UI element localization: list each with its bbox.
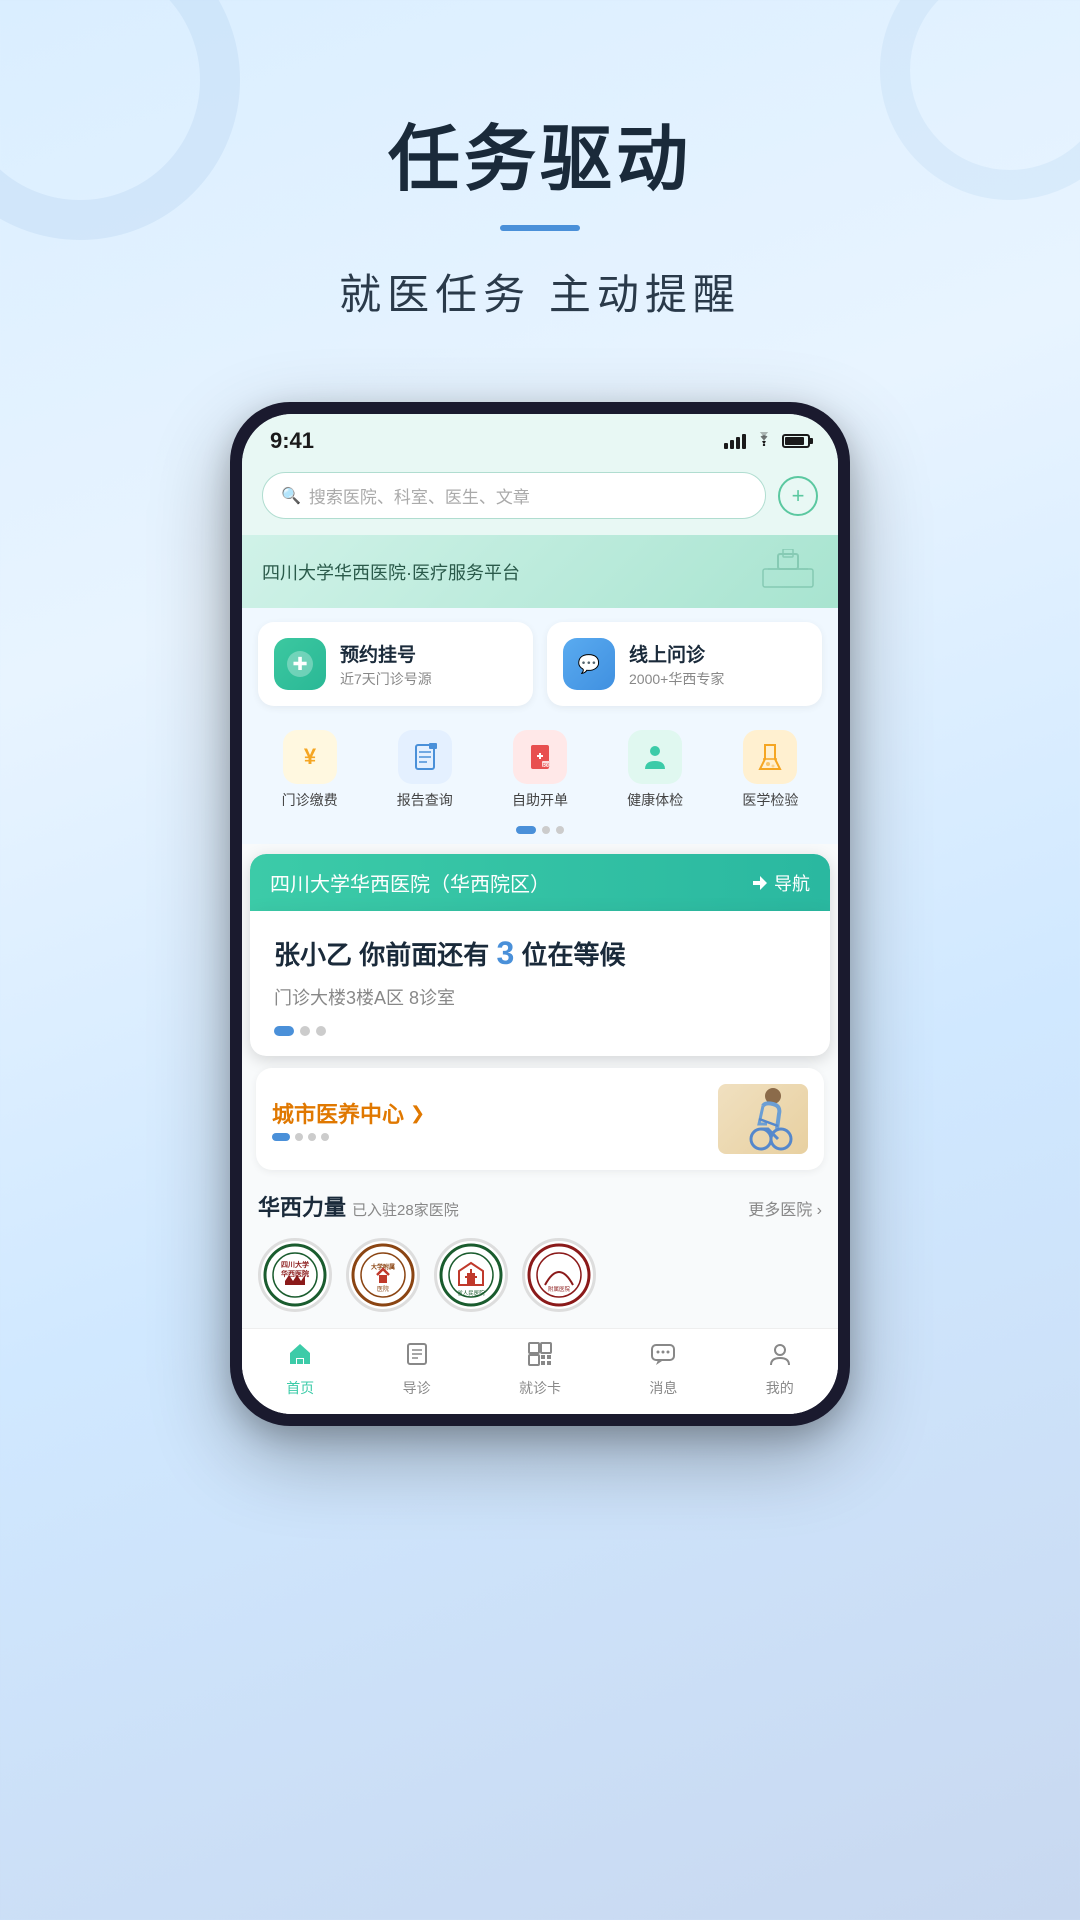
status-time: 9:41 [270,428,314,454]
hospital-section: 华西力量 已入驻28家医院 更多医院 › [242,1180,838,1328]
hospital-section-header: 华西力量 已入驻28家医院 更多医院 › [258,1190,822,1222]
hospital-nav-name: 四川大学华西医院（华西院区） [270,868,550,897]
nav-header: 四川大学华西医院（华西院区） 导航 [250,854,830,911]
city-dots [272,1133,425,1141]
wait-suffix: 位在等候 [522,940,626,970]
top-section: 任务驱动 就医任务 主动提醒 [0,0,1080,362]
nav-body: 张小乙 你前面还有 3 位在等候 门诊大楼3楼A区 8诊室 [250,911,830,1056]
card-icon [527,1341,553,1374]
status-icons [724,432,810,451]
city-medical-title: 城市医养中心 [272,1097,404,1129]
report-label: 报告查询 [397,790,453,810]
wait-text: 你前面还有 [359,940,489,970]
message-icon [650,1341,676,1374]
city-medical-arrow: ❯ [410,1103,425,1124]
hospital-logo-4[interactable]: 附属医院 [522,1238,596,1312]
floating-card-section: 四川大学华西医院（华西院区） 导航 张小乙 你前面还有 3 [242,844,838,1414]
quick-prescription[interactable]: RX 自助开单 [512,730,568,810]
nav-mine[interactable]: 我的 [766,1341,794,1398]
nav-card[interactable]: 就诊卡 [519,1341,561,1398]
home-label: 首页 [286,1378,314,1398]
consult-icon: 💬 [563,638,615,690]
svg-text:✚: ✚ [292,654,307,674]
svg-text:¥: ¥ [303,744,316,769]
patient-name: 张小乙 [274,940,352,970]
search-box[interactable]: 🔍 搜索医院、科室、医生、文章 [262,472,766,519]
hospital-banner: 四川大学华西医院·医疗服务平台 [242,535,838,608]
quick-checkup[interactable]: 健康体检 [627,730,683,810]
hospital-banner-logo [758,549,818,594]
lab-label: 医学检验 [742,790,798,810]
svg-text:四川大学: 四川大学 [281,1260,309,1269]
service-cards: ✚ 预约挂号 近7天门诊号源 💬 线上问诊 2000+华西专家 [242,608,838,720]
nav-card-dots [274,1026,806,1036]
floating-nav-card: 四川大学华西医院（华西院区） 导航 张小乙 你前面还有 3 [250,854,830,1056]
phone-outer: 9:41 [230,402,850,1426]
bottom-nav: 首页 导诊 就诊卡 [242,1328,838,1414]
sub-title: 就医任务 主动提醒 [0,261,1080,322]
status-bar: 9:41 [242,414,838,462]
appointment-title: 预约挂号 [340,640,432,667]
nav-guide[interactable]: 导诊 [403,1341,431,1398]
signal-icon [724,433,746,449]
hospital-banner-name: 四川大学华西医院·医疗服务平台 [262,559,520,585]
dots-indicator [242,826,838,844]
wait-info: 张小乙 你前面还有 3 位在等候 [274,935,806,972]
svg-text:医院: 医院 [377,1285,389,1293]
search-icon: 🔍 [281,486,301,506]
phone-wrapper: 9:41 [0,402,1080,1426]
city-medical-card[interactable]: 城市医养中心 ❯ [256,1068,824,1170]
appointment-card[interactable]: ✚ 预约挂号 近7天门诊号源 [258,622,533,706]
online-consult-card[interactable]: 💬 线上问诊 2000+华西专家 [547,622,822,706]
mine-label: 我的 [766,1378,794,1398]
message-label: 消息 [649,1378,677,1398]
phone-inner: 9:41 [242,414,838,1414]
home-icon [287,1341,313,1374]
main-title: 任务驱动 [0,100,1080,205]
svg-text:省人民医院: 省人民医院 [457,1289,485,1297]
hospital-logos-row: 四川大学 华西医院 大学附属 [258,1238,822,1312]
more-hospitals-btn[interactable]: 更多医院 › [748,1196,822,1220]
add-button[interactable]: + [778,476,818,516]
nav-home[interactable]: 首页 [286,1341,314,1398]
svg-text:💬: 💬 [578,653,600,674]
wait-count: 3 [497,935,515,971]
nav-button[interactable]: 导航 [752,870,810,896]
consult-title: 线上问诊 [629,640,724,667]
quick-lab[interactable]: 医学检验 [742,730,798,810]
hospital-logo-1[interactable]: 四川大学 华西医院 [258,1238,332,1312]
appointment-icon: ✚ [274,638,326,690]
quick-report[interactable]: 报告查询 [397,730,453,810]
svg-text:附属医院: 附属医院 [548,1285,571,1293]
wait-location: 门诊大楼3楼A区 8诊室 [274,984,806,1010]
search-placeholder-text: 搜索医院、科室、医生、文章 [309,483,530,508]
appointment-subtitle: 近7天门诊号源 [340,669,432,689]
hospital-logo-3[interactable]: 省人民医院 [434,1238,508,1312]
battery-icon [782,434,810,448]
payment-label: 门诊缴费 [282,790,338,810]
guide-label: 导诊 [403,1378,431,1398]
wifi-icon [754,432,774,451]
hospital-section-title: 华西力量 [258,1190,346,1222]
guide-icon [404,1341,430,1374]
svg-text:RX: RX [542,763,550,769]
nav-message[interactable]: 消息 [649,1341,677,1398]
mine-icon [767,1341,793,1374]
consult-subtitle: 2000+华西专家 [629,669,724,689]
title-underline [500,225,580,231]
hospital-count: 已入驻28家医院 [352,1199,459,1220]
hospital-logo-2[interactable]: 大学附属 医院 [346,1238,420,1312]
checkup-label: 健康体检 [627,790,683,810]
prescription-label: 自助开单 [512,790,568,810]
quick-payment[interactable]: ¥ 门诊缴费 [282,730,338,810]
search-area: 🔍 搜索医院、科室、医生、文章 + [242,462,838,535]
card-label: 就诊卡 [519,1378,561,1398]
city-medical-image [718,1084,808,1154]
quick-icons: ¥ 门诊缴费 报告查询 RX 自助开单 [242,720,838,826]
